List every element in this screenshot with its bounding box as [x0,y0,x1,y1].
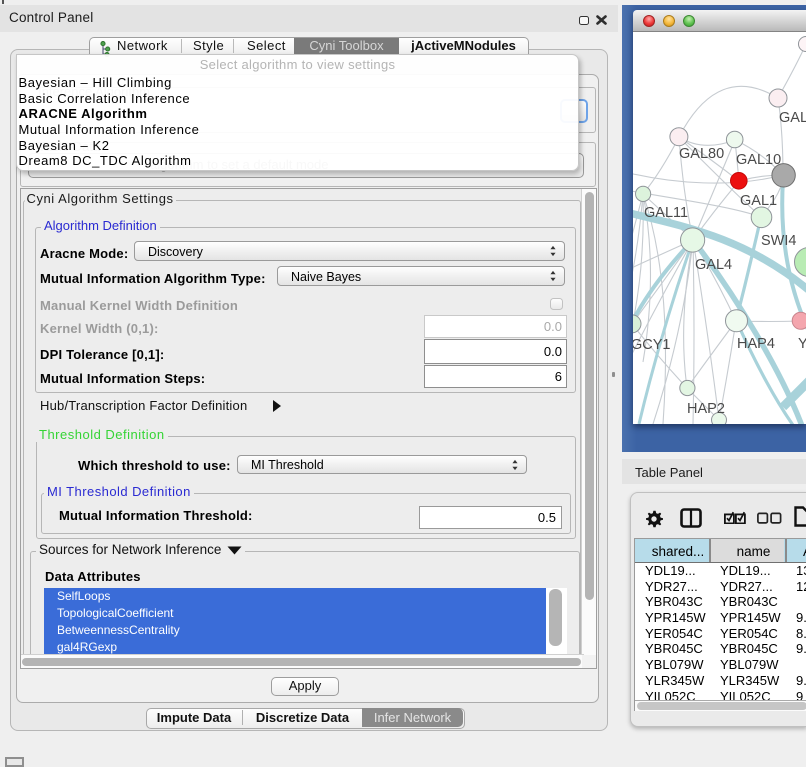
svg-text:GAL: GAL [779,110,806,126]
svg-text:GAL80: GAL80 [679,146,724,162]
svg-text:GAL1: GAL1 [740,193,777,209]
svg-text:GAL10: GAL10 [736,152,781,168]
svg-text:HAP2: HAP2 [687,401,725,417]
svg-text:Y: Y [798,336,806,352]
svg-text:GAL11: GAL11 [644,205,688,221]
svg-text:HAP4: HAP4 [737,336,775,352]
svg-text:SWI4: SWI4 [761,233,796,249]
svg-text:GAL4: GAL4 [695,257,732,273]
svg-text:GCY1: GCY1 [633,337,671,353]
